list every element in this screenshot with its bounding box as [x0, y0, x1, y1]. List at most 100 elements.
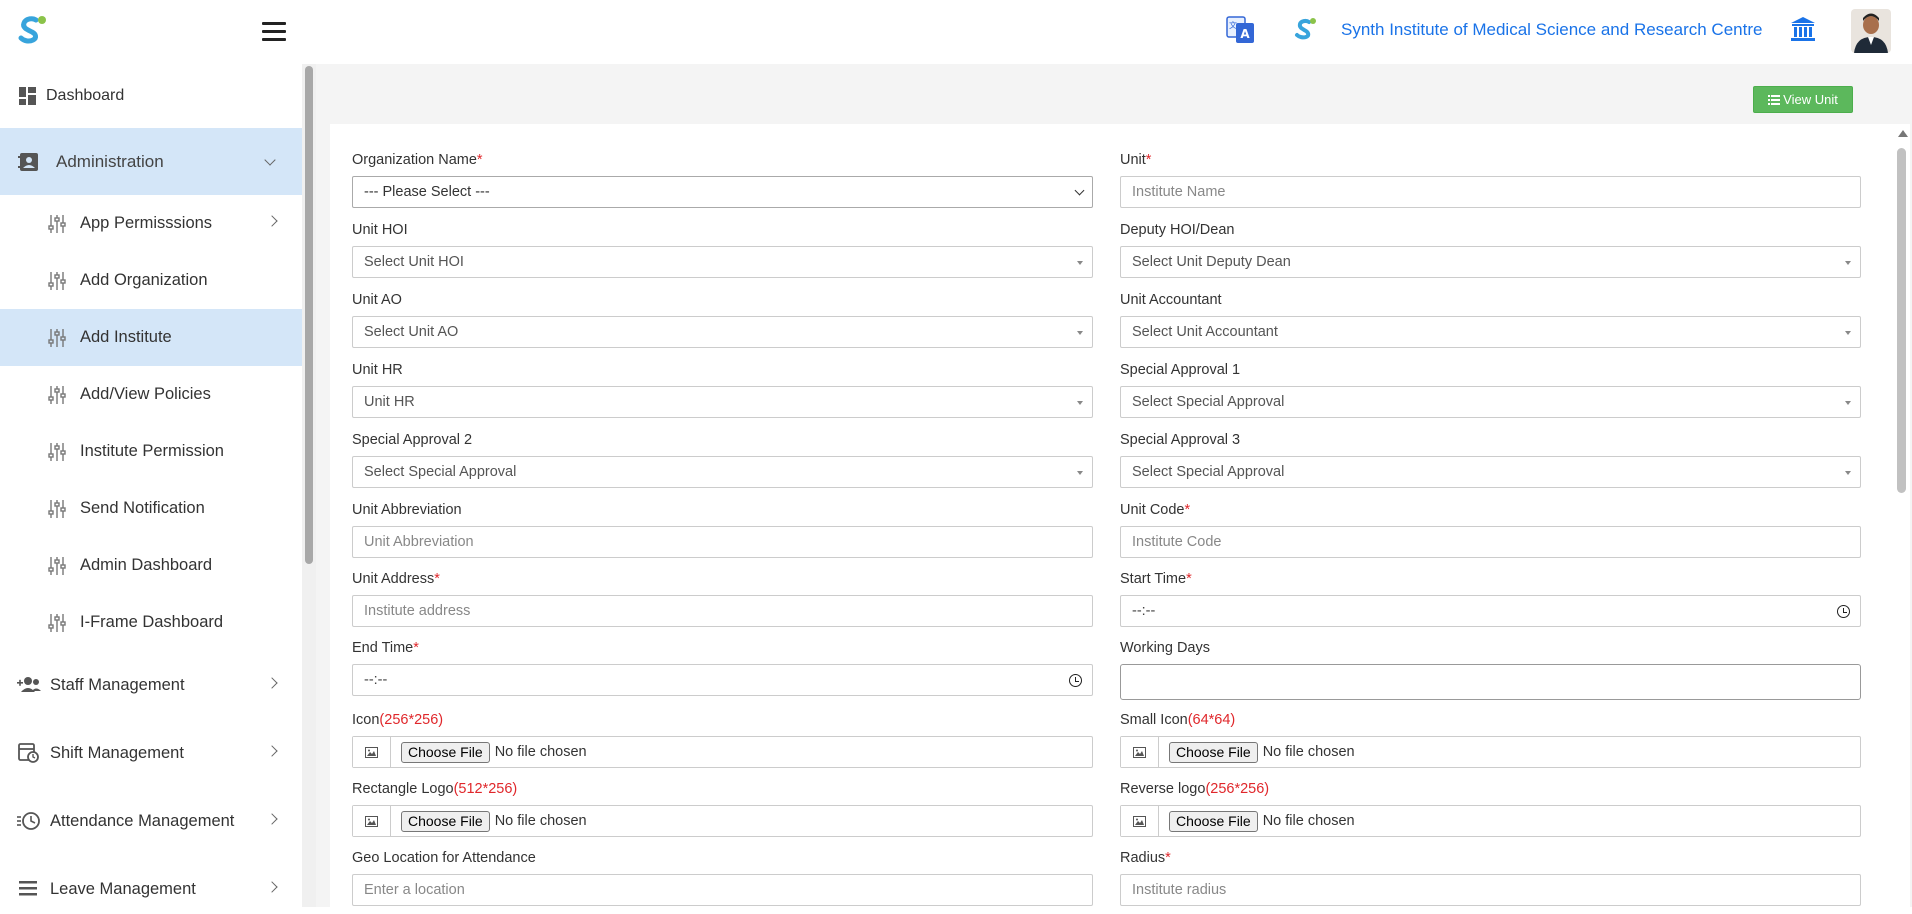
unit-hr-select[interactable]: Unit HR — [352, 386, 1093, 418]
end-time-input[interactable]: --:-- — [352, 664, 1093, 696]
special-approval-1-select[interactable]: Select Special Approval — [1120, 386, 1861, 418]
sidebar-scrollbar[interactable] — [302, 64, 316, 907]
scroll-up-icon[interactable] — [1898, 130, 1908, 137]
sidebar-item-admin-dashboard[interactable]: Admin Dashboard — [0, 537, 302, 594]
sidebar-item-attendance-management[interactable]: Attendance Management — [0, 787, 302, 855]
time-value: --:-- — [364, 672, 388, 688]
sidebar-item-iframe-dashboard[interactable]: I-Frame Dashboard — [0, 594, 302, 651]
translate-icon[interactable]: A 文 — [1226, 14, 1256, 46]
add-institute-form: Organization Name* --- Please Select ---… — [330, 124, 1910, 914]
select-value: Select Unit HOI — [364, 254, 464, 270]
unit-code-input[interactable]: Institute Code — [1120, 526, 1861, 558]
sidebar-item-label: Administration — [56, 151, 164, 171]
app-logo[interactable] — [14, 14, 48, 48]
unit-abbreviation-input[interactable]: Unit Abbreviation — [352, 526, 1093, 558]
field-label: Radius — [1120, 850, 1166, 866]
input-placeholder: Institute radius — [1132, 882, 1227, 898]
sliders-icon — [48, 556, 66, 575]
start-time-field: Start Time* --:-- — [1120, 571, 1861, 627]
sidebar-item-shift-management[interactable]: Shift Management — [0, 719, 302, 787]
sidebar-item-add-organization[interactable]: Add Organization — [0, 252, 302, 309]
sidebar-item-institute-permission[interactable]: Institute Permission — [0, 423, 302, 480]
sidebar-item-label: Staff Management — [50, 675, 185, 694]
rectangle-logo-file-input[interactable]: Choose File No file chosen — [352, 805, 1093, 837]
geo-location-input[interactable]: Enter a location — [352, 874, 1093, 906]
scroll-thumb[interactable] — [1897, 148, 1906, 493]
content-scrollbar[interactable] — [1894, 128, 1910, 908]
unit-address-input[interactable]: Institute address — [352, 595, 1093, 627]
input-placeholder: Unit Abbreviation — [364, 534, 474, 550]
unit-accountant-field: Unit Accountant Select Unit Accountant — [1120, 292, 1861, 348]
unit-accountant-select[interactable]: Select Unit Accountant — [1120, 316, 1861, 348]
special-approval-2-select[interactable]: Select Special Approval — [352, 456, 1093, 488]
choose-file-button[interactable]: Choose File — [1169, 810, 1258, 832]
field-label: Special Approval 3 — [1120, 432, 1241, 448]
special-approval-3-field: Special Approval 3 Select Special Approv… — [1120, 432, 1861, 488]
choose-file-button[interactable]: Choose File — [1169, 741, 1258, 763]
organization-select[interactable]: --- Please Select --- — [352, 176, 1093, 208]
unit-input[interactable]: Institute Name — [1120, 176, 1861, 208]
field-label: Start Time — [1120, 571, 1187, 587]
input-placeholder: Institute Code — [1132, 534, 1222, 550]
institute-name[interactable]: Synth Institute of Medical Science and R… — [1341, 20, 1762, 40]
deputy-hoi-select[interactable]: Select Unit Deputy Dean — [1120, 246, 1861, 278]
no-file-text: No file chosen — [1262, 744, 1355, 760]
sidebar-item-label: App Permisssions — [80, 214, 213, 232]
sidebar-item-administration[interactable]: Administration — [0, 128, 302, 195]
sidebar-item-label: Add/View Policies — [80, 385, 211, 403]
unit-hoi-select[interactable]: Select Unit HOI — [352, 246, 1093, 278]
size-hint: (64*64) — [1187, 712, 1236, 728]
list-icon — [1768, 94, 1781, 105]
small-icon-file-input[interactable]: Choose File No file chosen — [1120, 736, 1861, 768]
sliders-icon — [48, 499, 66, 518]
sidebar-item-dashboard[interactable]: Dashboard — [0, 64, 302, 128]
caret-down-icon — [1077, 471, 1083, 475]
institution-icon[interactable] — [1789, 15, 1817, 43]
clock-icon[interactable] — [1069, 674, 1082, 687]
geo-location-field: Geo Location for Attendance Enter a loca… — [352, 850, 1093, 906]
icon-file-input[interactable]: Choose File No file chosen — [352, 736, 1093, 768]
sidebar-item-label: Add Institute — [80, 328, 172, 346]
choose-file-button[interactable]: Choose File — [401, 810, 490, 832]
time-value: --:-- — [1132, 603, 1156, 619]
caret-down-icon — [1077, 331, 1083, 335]
user-avatar[interactable] — [1851, 9, 1891, 53]
sidebar-item-policies[interactable]: Add/View Policies — [0, 366, 302, 423]
sidebar-item-app-permissions[interactable]: App Permisssions — [0, 195, 302, 252]
field-label: Rectangle Logo — [352, 781, 454, 797]
field-label: Unit — [1120, 152, 1146, 168]
reverse-logo-upload-field: Reverse logo(256*256) Choose File No fil… — [1120, 781, 1861, 837]
top-bar: A 文 Synth Institute of Medical Science a… — [0, 0, 1912, 64]
radius-input[interactable]: Institute radius — [1120, 874, 1861, 906]
unit-code-field: Unit Code* Institute Code — [1120, 502, 1861, 558]
select-value: Select Special Approval — [1132, 394, 1285, 410]
svg-text:A: A — [1240, 27, 1250, 41]
required-mark: * — [1184, 502, 1191, 518]
choose-file-button[interactable]: Choose File — [401, 741, 490, 763]
unit-ao-select[interactable]: Select Unit AO — [352, 316, 1093, 348]
calendar-clock-icon — [18, 743, 39, 763]
input-placeholder: Institute Name — [1132, 184, 1226, 200]
sliders-icon — [48, 442, 66, 461]
caret-down-icon — [1077, 261, 1083, 265]
image-icon — [365, 815, 378, 827]
select-value: Select Special Approval — [1132, 464, 1285, 480]
sidebar-item-staff-management[interactable]: Staff Management — [0, 651, 302, 719]
sidebar-item-send-notification[interactable]: Send Notification — [0, 480, 302, 537]
working-days-select[interactable] — [1120, 664, 1861, 700]
special-approval-3-select[interactable]: Select Special Approval — [1120, 456, 1861, 488]
field-label: Deputy HOI/Dean — [1120, 222, 1235, 238]
required-mark: * — [434, 571, 440, 587]
admin-contact-icon — [18, 152, 38, 171]
chevron-right-icon — [266, 215, 278, 227]
sidebar-item-label: Send Notification — [80, 499, 205, 517]
start-time-input[interactable]: --:-- — [1120, 595, 1861, 627]
special-approval-2-field: Special Approval 2 Select Special Approv… — [352, 432, 1093, 488]
reverse-logo-file-input[interactable]: Choose File No file chosen — [1120, 805, 1861, 837]
view-unit-button[interactable]: View Unit — [1753, 86, 1853, 113]
clock-icon[interactable] — [1837, 605, 1850, 618]
menu-toggle-icon[interactable] — [262, 22, 286, 42]
sidebar-item-leave-management[interactable]: Leave Management — [0, 855, 302, 907]
rectangle-logo-upload-field: Rectangle Logo(512*256) Choose File No f… — [352, 781, 1093, 837]
sidebar-item-add-institute[interactable]: Add Institute — [0, 309, 302, 366]
